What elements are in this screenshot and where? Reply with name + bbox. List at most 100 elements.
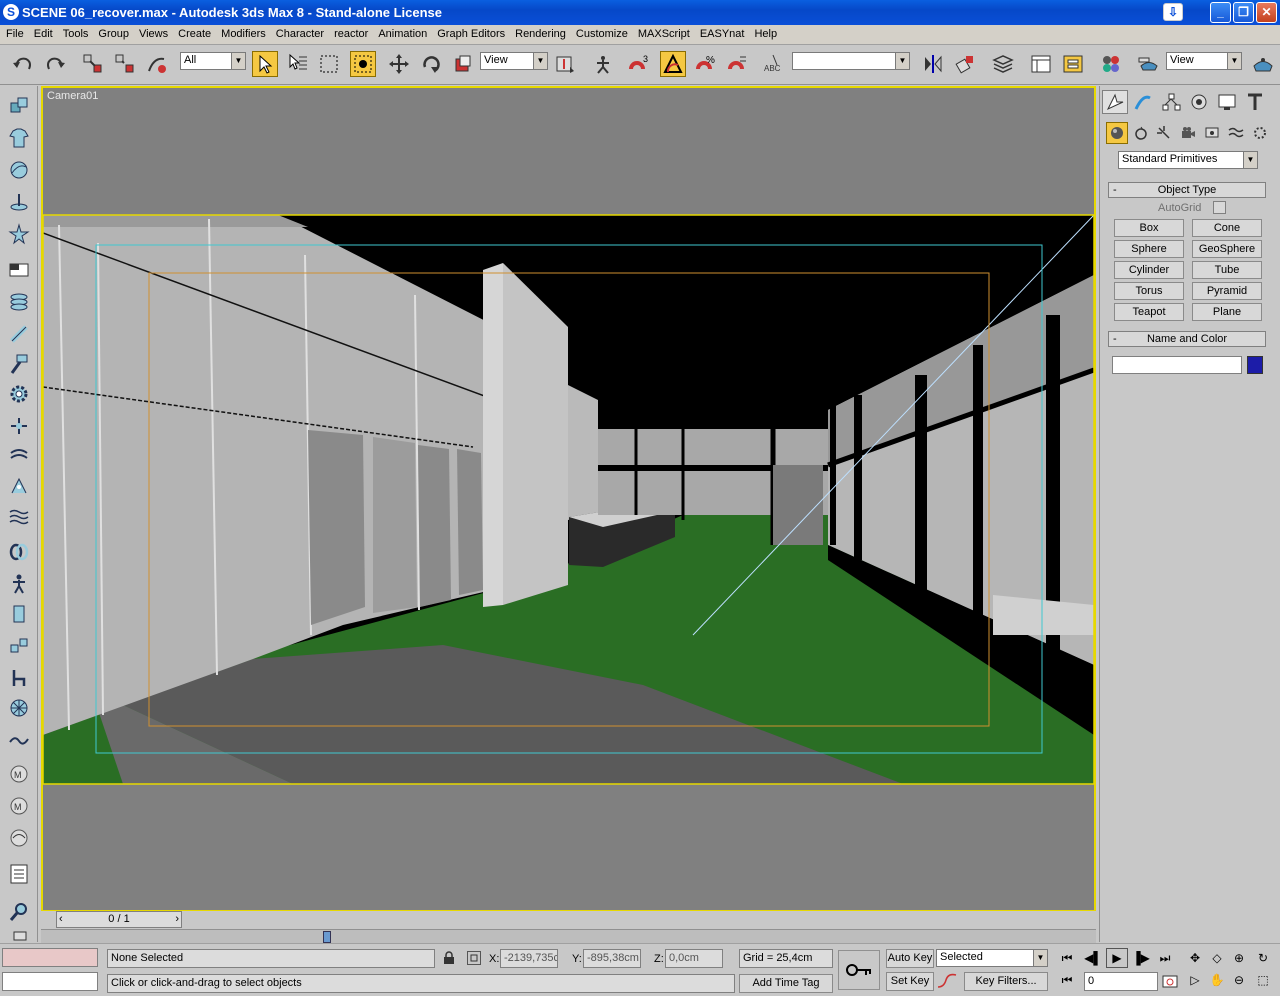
- lights-category-icon[interactable]: [1153, 122, 1175, 144]
- align-icon[interactable]: [952, 51, 978, 77]
- box-button[interactable]: Box: [1114, 219, 1184, 237]
- mini-curve-editor-icon[interactable]: [4, 930, 34, 942]
- cylinder-button[interactable]: Cylinder: [1114, 261, 1184, 279]
- helpers-category-icon[interactable]: [1201, 122, 1223, 144]
- tube-button[interactable]: Tube: [1192, 261, 1262, 279]
- dolly-camera-icon[interactable]: ⊕: [1228, 948, 1250, 968]
- motion-mixer-icon[interactable]: M: [7, 762, 31, 786]
- reference-coordinate-dropdown[interactable]: View ▼: [480, 52, 548, 70]
- time-slider[interactable]: ‹ 0 / 1 ›: [56, 911, 182, 928]
- lock-icon[interactable]: [442, 951, 456, 965]
- auto-key-button[interactable]: Auto Key: [886, 949, 934, 968]
- shader-icon[interactable]: [7, 602, 31, 626]
- sphere-object-icon[interactable]: [7, 158, 31, 182]
- add-time-tag-button[interactable]: Add Time Tag: [739, 974, 833, 993]
- hierarchy-tab-icon[interactable]: [1158, 90, 1184, 114]
- layer-manager-icon[interactable]: [990, 51, 1016, 77]
- camera-viewport[interactable]: Camera01: [41, 86, 1096, 912]
- close-button[interactable]: ✕: [1256, 2, 1277, 23]
- box-object-icon[interactable]: [7, 94, 31, 118]
- previous-frame-icon[interactable]: ◀▌: [1082, 948, 1104, 968]
- motion-capture-icon[interactable]: M: [7, 794, 31, 818]
- go-to-start-icon[interactable]: ⏮: [1056, 948, 1078, 968]
- sphere-button[interactable]: Sphere: [1114, 240, 1184, 258]
- modify-tab-icon[interactable]: [1130, 90, 1156, 114]
- select-and-rotate-icon[interactable]: [418, 51, 444, 77]
- menu-easynat[interactable]: EASYnat: [694, 25, 749, 40]
- field-of-view-icon[interactable]: ◇: [1206, 948, 1228, 968]
- window-crossing-icon[interactable]: [350, 51, 376, 77]
- stack-icon[interactable]: [7, 290, 31, 314]
- menu-animation[interactable]: Animation: [372, 25, 431, 40]
- key-mode-dropdown[interactable]: Selected ▼: [936, 949, 1048, 967]
- chevron-left-icon[interactable]: ‹: [59, 912, 63, 927]
- render-type-dropdown[interactable]: View ▼: [1166, 52, 1242, 70]
- notes-panel-icon[interactable]: [7, 862, 31, 886]
- y-coordinate-field[interactable]: -895,38cm: [583, 949, 641, 968]
- menu-customize[interactable]: Customize: [570, 25, 632, 40]
- wind-icon[interactable]: [7, 444, 31, 468]
- space-warps-category-icon[interactable]: [1225, 122, 1247, 144]
- select-and-scale-icon[interactable]: [450, 51, 476, 77]
- key-mode-icon[interactable]: [838, 950, 880, 990]
- time-config-icon[interactable]: [1160, 972, 1180, 991]
- menu-character[interactable]: Character: [270, 25, 328, 40]
- ripple-icon[interactable]: [7, 504, 31, 528]
- plane-button[interactable]: Plane: [1192, 303, 1262, 321]
- menu-views[interactable]: Views: [133, 25, 172, 40]
- pivot-center-icon[interactable]: [552, 51, 578, 77]
- object-name-field[interactable]: [1112, 356, 1242, 374]
- curve-editor-icon[interactable]: [1028, 51, 1054, 77]
- viewport-label[interactable]: Camera01: [47, 90, 98, 102]
- material-editor-icon[interactable]: [1098, 51, 1124, 77]
- menu-create[interactable]: Create: [172, 25, 215, 40]
- particles-icon[interactable]: [7, 474, 31, 498]
- 3ds-max-icon[interactable]: S: [3, 4, 19, 20]
- maxscript-listener-pink[interactable]: [2, 948, 98, 967]
- torus-button[interactable]: Torus: [1114, 282, 1184, 300]
- teapot-button[interactable]: Teapot: [1114, 303, 1184, 321]
- rectangular-selection-icon[interactable]: [316, 51, 342, 77]
- utilities-tab-icon[interactable]: [1242, 90, 1268, 114]
- menu-edit[interactable]: Edit: [28, 25, 57, 40]
- selection-filter-dropdown[interactable]: All ▼: [180, 52, 246, 70]
- category-dropdown[interactable]: Standard Primitives ▼: [1118, 151, 1258, 169]
- object-type-rollout-header[interactable]: - Object Type: [1108, 182, 1266, 198]
- manipulate-icon[interactable]: [590, 51, 616, 77]
- go-to-end-icon[interactable]: ⏭: [1154, 948, 1176, 968]
- bind-space-warp-icon[interactable]: [144, 51, 170, 77]
- play-icon[interactable]: ▶: [1106, 948, 1128, 968]
- current-frame-field[interactable]: 0: [1084, 972, 1158, 991]
- menu-group[interactable]: Group: [92, 25, 133, 40]
- object-color-swatch[interactable]: [1247, 356, 1263, 374]
- menu-maxscript[interactable]: MAXScript: [632, 25, 694, 40]
- select-by-name-icon[interactable]: [284, 51, 310, 77]
- shirt-icon[interactable]: [7, 126, 31, 150]
- set-key-button[interactable]: Set Key: [886, 972, 934, 991]
- chair-icon[interactable]: [7, 666, 31, 690]
- systems-category-icon[interactable]: [1249, 122, 1271, 144]
- search-icon[interactable]: [7, 900, 31, 924]
- name-and-color-rollout-header[interactable]: - Name and Color: [1108, 331, 1266, 347]
- ground-pin-icon[interactable]: [7, 190, 31, 214]
- menu-help[interactable]: Help: [748, 25, 781, 40]
- track-bar[interactable]: [41, 929, 1096, 943]
- maximize-viewport-icon[interactable]: ⬚: [1252, 970, 1274, 990]
- key-filters-button[interactable]: Key Filters...: [964, 972, 1048, 991]
- next-frame-icon[interactable]: ▐▶: [1130, 948, 1152, 968]
- menu-tools[interactable]: Tools: [57, 25, 93, 40]
- maxscript-listener-white[interactable]: [2, 972, 98, 991]
- truck-camera-icon[interactable]: ▷: [1184, 970, 1206, 990]
- wheel-icon[interactable]: [7, 696, 31, 720]
- menu-graph-editors[interactable]: Graph Editors: [431, 25, 509, 40]
- menu-reactor[interactable]: reactor: [328, 25, 372, 40]
- render-scene-icon[interactable]: [1136, 51, 1162, 77]
- angle-snap-icon[interactable]: [660, 51, 686, 77]
- unlink-selection-icon[interactable]: [112, 51, 138, 77]
- roll-camera-icon[interactable]: ↻: [1252, 948, 1274, 968]
- gear-icon[interactable]: [7, 382, 31, 406]
- undo-icon[interactable]: [10, 51, 36, 77]
- cameras-category-icon[interactable]: [1177, 122, 1199, 144]
- percent-snap-icon[interactable]: %: [692, 51, 718, 77]
- cloth-mixer-icon[interactable]: [7, 826, 31, 850]
